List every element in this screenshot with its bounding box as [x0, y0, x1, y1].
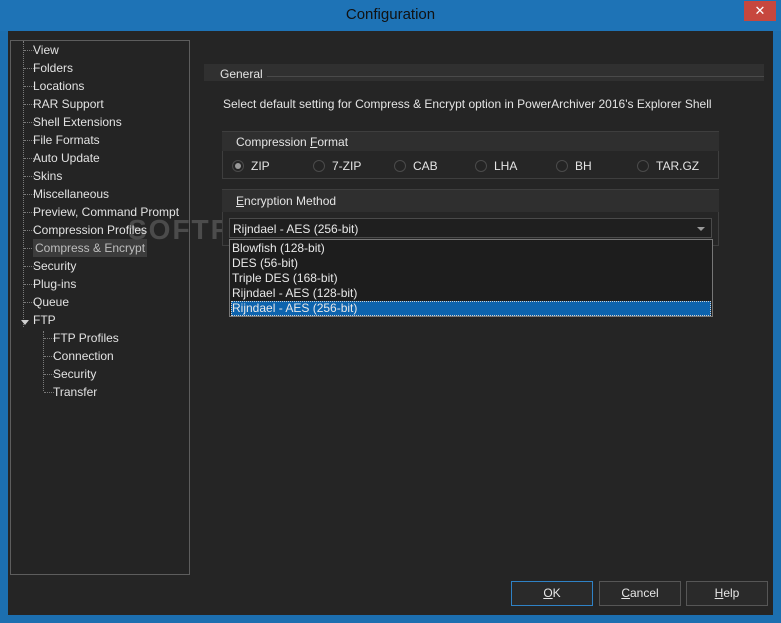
radio-bh[interactable]: BH [556, 159, 616, 173]
button-accel: C [621, 586, 630, 600]
caption-text: Compression [236, 135, 311, 149]
encryption-method-combo[interactable]: Rijndael - AES (256-bit) [229, 218, 712, 238]
tree-item-skins[interactable]: Skins [33, 167, 62, 185]
radio-label: BH [575, 159, 592, 173]
radio-7zip[interactable]: 7-ZIP [313, 159, 373, 173]
close-button[interactable]: ✕ [744, 1, 776, 21]
title-bar: Configuration ✕ [0, 0, 781, 31]
tree-item-miscellaneous[interactable]: Miscellaneous [33, 185, 109, 203]
tree-item-rar-support[interactable]: RAR Support [33, 95, 104, 113]
radio-selected-icon [232, 160, 244, 172]
tree-item-shell-extensions[interactable]: Shell Extensions [33, 113, 122, 131]
dropdown-option-triple-des[interactable]: Triple DES (168-bit) [231, 271, 711, 286]
combo-value: Rijndael - AES (256-bit) [233, 222, 359, 236]
tree-item-ftp-security[interactable]: Security [53, 365, 96, 383]
tree-item-ftp-connection[interactable]: Connection [53, 347, 114, 365]
general-header [204, 64, 764, 81]
button-label: ancel [629, 586, 659, 600]
radio-icon [556, 160, 568, 172]
expand-arrow-icon[interactable] [21, 320, 29, 325]
dropdown-option-aes-256[interactable]: Rijndael - AES (256-bit) [231, 301, 711, 316]
button-label: elp [723, 586, 740, 600]
general-description: Select default setting for Compress & En… [223, 97, 712, 111]
dropdown-option-des[interactable]: DES (56-bit) [231, 256, 711, 271]
window-title: Configuration [345, 6, 436, 23]
radio-icon [313, 160, 325, 172]
tree-item-view[interactable]: View [33, 41, 59, 59]
caption-text: ncryption Method [244, 194, 337, 208]
cancel-button[interactable]: Cancel [599, 581, 681, 606]
dropdown-option-aes-128[interactable]: Rijndael - AES (128-bit) [231, 286, 711, 301]
settings-tree[interactable]: View Folders Locations RAR Support Shell… [10, 40, 190, 575]
radio-label: 7-ZIP [332, 159, 362, 173]
encryption-method-dropdown: Blowfish (128-bit) DES (56-bit) Triple D… [229, 239, 713, 317]
radio-cab[interactable]: CAB [394, 159, 454, 173]
ok-button[interactable]: OK [511, 581, 593, 606]
radio-icon [637, 160, 649, 172]
general-heading: General [220, 67, 263, 81]
tree-item-ftp-transfer[interactable]: Transfer [53, 383, 97, 401]
radio-targz[interactable]: TAR.GZ [637, 159, 707, 173]
tree-item-queue[interactable]: Queue [33, 293, 69, 311]
caption-accel: E [236, 194, 245, 208]
tree-item-ftp[interactable]: FTP [33, 311, 56, 329]
tree-item-security[interactable]: Security [33, 257, 76, 275]
radio-label: LHA [494, 159, 518, 173]
dialog-client: View Folders Locations RAR Support Shell… [8, 31, 773, 615]
close-icon: ✕ [754, 3, 766, 18]
radio-label: CAB [413, 159, 438, 173]
tree-item-auto-update[interactable]: Auto Update [33, 149, 100, 167]
compression-format-caption: Compression Format [222, 132, 719, 151]
radio-zip[interactable]: ZIP [232, 159, 292, 173]
tree-item-folders[interactable]: Folders [33, 59, 73, 77]
radio-label: TAR.GZ [656, 159, 700, 173]
tree-ftp-line [43, 331, 44, 391]
tree-item-file-formats[interactable]: File Formats [33, 131, 100, 149]
button-label: K [552, 586, 561, 600]
encryption-method-caption: Encryption Method [222, 190, 719, 212]
tree-item-locations[interactable]: Locations [33, 77, 84, 95]
tree-item-plug-ins[interactable]: Plug-ins [33, 275, 76, 293]
radio-icon [394, 160, 406, 172]
chevron-down-icon[interactable] [697, 227, 705, 231]
general-divider [267, 76, 764, 77]
button-accel: O [543, 586, 553, 600]
help-button[interactable]: Help [686, 581, 768, 606]
radio-icon [475, 160, 487, 172]
caption-text: ormat [317, 135, 349, 149]
tree-item-ftp-profiles[interactable]: FTP Profiles [53, 329, 119, 347]
dropdown-option-blowfish[interactable]: Blowfish (128-bit) [231, 241, 711, 256]
radio-lha[interactable]: LHA [475, 159, 535, 173]
radio-label: ZIP [251, 159, 270, 173]
